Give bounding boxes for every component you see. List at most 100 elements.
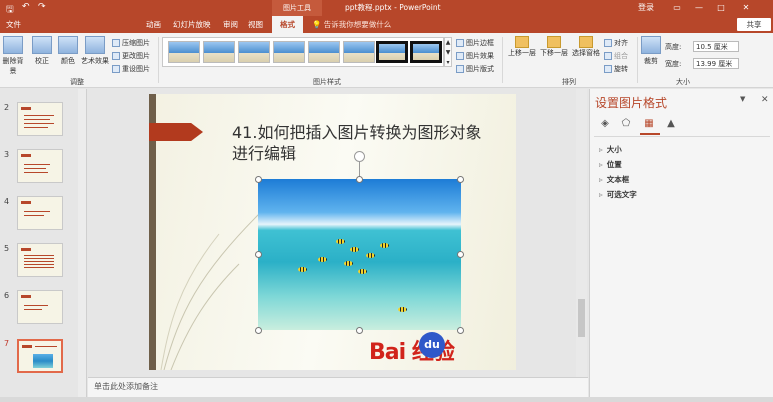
fill-line-icon[interactable]: ◈: [598, 117, 612, 130]
tab-slideshow[interactable]: 幻灯片放映: [173, 16, 211, 33]
slide-editor: 41.如何把插入图片转换为图形对象进行编辑 Bai 经验 du: [88, 89, 588, 377]
thumb-line: [24, 258, 54, 259]
style-thumbnail[interactable]: [376, 41, 408, 63]
slide-thumbnail-4[interactable]: [17, 196, 63, 230]
picture-effects-button[interactable]: 图片效果: [456, 51, 494, 61]
resize-handle[interactable]: [255, 327, 262, 334]
resize-handle[interactable]: [457, 251, 464, 258]
width-input[interactable]: 13.99 厘米: [693, 58, 739, 69]
selected-picture[interactable]: [258, 179, 461, 330]
effects-icon[interactable]: ⬠: [619, 117, 633, 130]
align-button[interactable]: 对齐: [604, 38, 628, 48]
color-icon: [58, 36, 78, 54]
picture-layout-button[interactable]: 图片版式: [456, 64, 494, 74]
change-picture-icon: [112, 52, 120, 60]
rotate-handle[interactable]: [354, 151, 365, 162]
tab-review[interactable]: 审阅: [223, 16, 238, 33]
fish: [350, 247, 359, 252]
color-button[interactable]: 颜色: [56, 36, 80, 66]
style-thumbnail[interactable]: [203, 41, 235, 63]
fish: [344, 261, 353, 266]
share-button[interactable]: 共享: [737, 18, 771, 31]
thumb-picture: [33, 354, 53, 368]
resize-handle[interactable]: [255, 176, 262, 183]
picture-border-button[interactable]: 图片边框: [456, 38, 494, 48]
pane-options-dropdown[interactable]: ▼: [740, 95, 745, 103]
tab-animation[interactable]: 动画: [146, 16, 161, 33]
fish: [366, 253, 375, 258]
remove-background-button[interactable]: 删除背景: [0, 36, 26, 76]
size-properties-icon[interactable]: ▦: [642, 117, 656, 130]
slide[interactable]: 41.如何把插入图片转换为图形对象进行编辑 Bai 经验 du: [149, 94, 516, 370]
change-picture-button[interactable]: 更改图片: [112, 51, 150, 61]
fish: [358, 269, 367, 274]
style-thumbnail[interactable]: [273, 41, 305, 63]
style-thumbnail[interactable]: [168, 41, 200, 63]
crop-button[interactable]: 裁剪: [640, 36, 662, 66]
bring-forward-button[interactable]: 上移一层: [506, 36, 538, 58]
slide-scroll-thumb[interactable]: [578, 299, 585, 337]
correct-icon: [32, 36, 52, 54]
tell-me-search[interactable]: 💡 告诉我你想要做什么: [312, 16, 391, 33]
resize-handle[interactable]: [457, 176, 464, 183]
maximize-button[interactable]: □: [710, 0, 732, 16]
gallery-scroll[interactable]: ▲ ▼ ▾: [444, 37, 452, 67]
tab-file[interactable]: 文件: [6, 16, 21, 33]
slide-thumbnail-5[interactable]: [17, 243, 63, 277]
notes-pane[interactable]: 单击此处添加备注: [88, 377, 588, 397]
thumb-line: [24, 127, 48, 128]
pane-close-icon[interactable]: ✕: [761, 95, 769, 105]
picture-icon[interactable]: ▲: [664, 117, 678, 130]
art-effects-label: 艺术效果: [81, 57, 109, 65]
tab-format[interactable]: 格式: [272, 16, 303, 33]
style-thumbnail[interactable]: [410, 41, 442, 63]
picture-border-icon: [456, 39, 464, 47]
section-textbox[interactable]: ▹ 文本框: [599, 174, 629, 185]
section-alt-text[interactable]: ▹ 可选文字: [599, 189, 637, 200]
send-backward-button[interactable]: 下移一层: [538, 36, 570, 58]
picture-layout-icon: [456, 65, 464, 73]
group-divider: [502, 37, 503, 83]
bring-forward-label: 上移一层: [508, 49, 536, 57]
art-effects-button[interactable]: 艺术效果: [80, 36, 110, 66]
picture-effects-label: 图片效果: [466, 52, 494, 60]
resize-handle[interactable]: [356, 176, 363, 183]
thumb-line: [24, 123, 54, 124]
undo-icon[interactable]: ↶: [22, 2, 30, 12]
resize-handle[interactable]: [356, 327, 363, 334]
thumb-arrow: [21, 107, 31, 110]
redo-icon[interactable]: ↷: [38, 2, 46, 12]
baidu-paw-logo: du: [419, 332, 445, 358]
style-thumbnail[interactable]: [343, 41, 375, 63]
resize-handle[interactable]: [255, 251, 262, 258]
rotate-button[interactable]: 旋转: [604, 64, 628, 74]
thumbnails-scrollbar[interactable]: [78, 89, 86, 397]
correct-button[interactable]: 校正: [30, 36, 54, 66]
selection-pane-button[interactable]: 选择窗格: [570, 36, 602, 58]
tab-view[interactable]: 视图: [248, 16, 263, 33]
thumb-line: [24, 261, 54, 262]
login-link[interactable]: 登录: [638, 0, 654, 16]
reset-picture-button[interactable]: 重设图片: [112, 64, 150, 74]
compress-pictures-button[interactable]: 压缩图片: [112, 38, 150, 48]
ribbon-display-button[interactable]: ▭: [666, 0, 688, 16]
slide-thumbnail-6[interactable]: [17, 290, 63, 324]
group-button[interactable]: 组合: [604, 51, 628, 61]
minimize-button[interactable]: —: [688, 0, 710, 16]
slide-thumbnail-7[interactable]: [17, 339, 63, 373]
resize-handle[interactable]: [457, 327, 464, 334]
section-size[interactable]: ▹ 大小: [599, 144, 622, 155]
slide-thumbnail-2[interactable]: [17, 102, 63, 136]
thumb-line: [24, 115, 54, 116]
fish: [380, 243, 389, 248]
height-input[interactable]: 10.5 厘米: [693, 41, 739, 52]
bring-forward-icon: [515, 36, 529, 48]
slide-thumbnails-pane: 2 3 4 5 6 7: [0, 89, 87, 397]
style-thumbnail[interactable]: [308, 41, 340, 63]
slide-scrollbar[interactable]: [576, 89, 587, 377]
style-thumbnail[interactable]: [238, 41, 270, 63]
title-arrow-shape[interactable]: [149, 123, 203, 141]
section-position[interactable]: ▹ 位置: [599, 159, 622, 170]
slide-thumbnail-3[interactable]: [17, 149, 63, 183]
close-button[interactable]: ✕: [735, 0, 757, 16]
